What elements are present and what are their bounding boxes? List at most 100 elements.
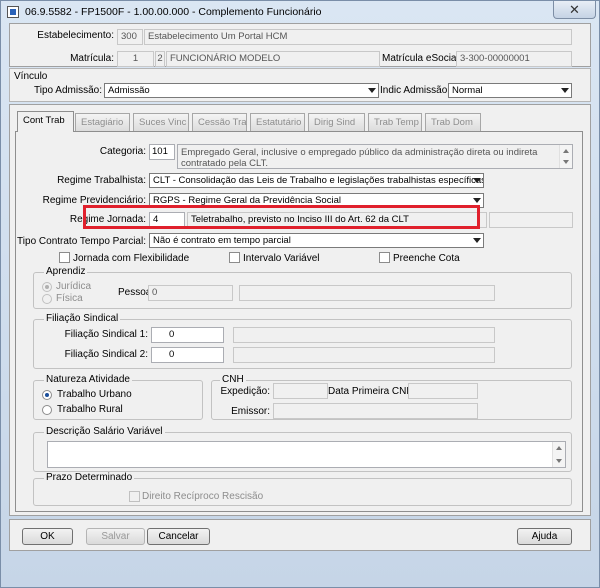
estabelecimento-name-field[interactable]: Estabelecimento Um Portal HCM <box>144 29 572 45</box>
tab-trab-temp[interactable]: Trab Temp <box>368 113 422 131</box>
sindical1-name-field <box>233 327 495 343</box>
scrollbar[interactable] <box>552 442 565 467</box>
categoria-desc: Empregado Geral, inclusive o empregado p… <box>181 147 538 169</box>
aprendiz-title: Aprendiz <box>44 266 88 277</box>
categoria-label: Categoria: <box>99 146 146 157</box>
sindical2-label: Filiação Sindical 2: <box>64 349 148 360</box>
fisica-label: Física <box>56 293 83 304</box>
close-button[interactable]: ✕ <box>553 1 596 19</box>
emissor-label: Emissor: <box>231 406 270 417</box>
tipo-contrato-value: Não é contrato em tempo parcial <box>153 235 291 246</box>
preenche-cota-checkbox[interactable] <box>379 252 390 263</box>
chevron-down-icon <box>561 88 569 93</box>
indic-admissao-label: Indic Admissão: <box>380 85 451 96</box>
trabalho-urbano-label: Trabalho Urbano <box>57 389 132 400</box>
estabelecimento-label: Estabelecimento: <box>37 30 114 41</box>
data-primeira-cnh-label: Data Primeira CNH: <box>328 386 417 397</box>
tab-dirig-sind[interactable]: Dirig Sind <box>308 113 365 131</box>
pessoa-name-field <box>239 285 495 301</box>
trabalho-rural-radio[interactable] <box>42 405 52 415</box>
tipo-contrato-label: Tipo Contrato Tempo Parcial: <box>17 236 146 247</box>
tipo-admissao-label: Tipo Admissão: <box>34 85 102 96</box>
tipo-admissao-select[interactable]: Admissão <box>104 83 379 98</box>
scrollbar[interactable] <box>559 145 572 168</box>
scroll-down-icon[interactable] <box>563 160 569 164</box>
tab-cont-trab[interactable]: Cont Trab <box>17 111 74 132</box>
juridica-radio[interactable] <box>42 282 52 292</box>
header-panel: Estabelecimento: 300 Estabelecimento Um … <box>9 23 591 67</box>
window: 06.9.5582 - FP1500F - 1.00.00.000 - Comp… <box>0 0 600 588</box>
emissor-field[interactable] <box>273 403 478 419</box>
tipo-admissao-value: Admissão <box>108 85 150 96</box>
title-bar: 06.9.5582 - FP1500F - 1.00.00.000 - Comp… <box>1 1 599 23</box>
indic-admissao-select[interactable]: Normal <box>448 83 572 98</box>
cnh-group: CNH Expedição: Data Primeira CNH: Emisso… <box>211 374 572 420</box>
vinculo-panel: Vínculo Tipo Admissão: Admissão Indic Ad… <box>9 68 591 102</box>
expedicao-label: Expedição: <box>220 386 270 397</box>
juridica-label: Jurídica <box>56 281 92 292</box>
regime-trabalhista-value: CLT - Consolidação das Leis de Trabalho … <box>153 175 484 186</box>
aprendiz-group: Aprendiz Jurídica Física Pessoa: 0 <box>33 266 572 309</box>
cancelar-button[interactable]: Cancelar <box>147 528 210 545</box>
preenche-cota-label: Preenche Cota <box>393 253 460 264</box>
cnh-title: CNH <box>220 374 246 385</box>
jornada-flex-label: Jornada com Flexibilidade <box>73 253 190 264</box>
cont-trab-panel: Categoria: 101 Empregado Geral, inclusiv… <box>15 131 583 512</box>
matricula-esocial-label: Matrícula eSocial: <box>382 53 462 64</box>
categoria-code-field[interactable]: 101 <box>149 144 175 160</box>
pessoa-field[interactable]: 0 <box>148 285 233 301</box>
sindical1-label: Filiação Sindical 1: <box>64 329 148 340</box>
trabalho-urbano-radio[interactable] <box>42 390 52 400</box>
indic-admissao-value: Normal <box>452 85 483 96</box>
vinculo-title: Vínculo <box>14 71 48 82</box>
regime-trabalhista-select[interactable]: CLT - Consolidação das Leis de Trabalho … <box>149 173 484 188</box>
highlight-box <box>83 205 480 229</box>
categoria-desc-area[interactable]: Empregado Geral, inclusive o empregado p… <box>177 144 573 169</box>
button-bar: OK Salvar Cancelar Ajuda <box>9 519 591 551</box>
regime-trabalhista-label: Regime Trabalhista: <box>57 175 146 186</box>
tab-trab-dom[interactable]: Trab Dom <box>425 113 481 131</box>
direito-reciproco-label: Direito Recíproco Rescisão <box>142 491 264 502</box>
data-primeira-cnh-field[interactable] <box>408 383 478 399</box>
matricula-name-field[interactable]: FUNCIONÁRIO MODELO <box>166 51 380 67</box>
tab-suces-vinc[interactable]: Suces Vinc <box>133 113 189 131</box>
filiacao-title: Filiação Sindical <box>44 313 121 324</box>
app-icon <box>7 6 19 18</box>
sindical1-field[interactable]: 0 <box>151 327 224 343</box>
tab-estagiario[interactable]: Estagiário <box>75 113 130 131</box>
tipo-contrato-select[interactable]: Não é contrato em tempo parcial <box>149 233 484 248</box>
matricula-esocial-field[interactable]: 3-300-00000001 <box>456 51 572 67</box>
descricao-salario-title: Descrição Salário Variável <box>44 426 165 437</box>
window-title: 06.9.5582 - FP1500F - 1.00.00.000 - Comp… <box>25 6 322 18</box>
chevron-down-icon <box>473 238 481 243</box>
ok-button[interactable]: OK <box>22 528 73 545</box>
matricula-num1-field[interactable]: 1 <box>117 51 154 67</box>
scroll-up-icon[interactable] <box>563 149 569 153</box>
trabalho-rural-label: Trabalho Rural <box>57 404 123 415</box>
fisica-radio[interactable] <box>42 294 52 304</box>
matricula-label: Matrícula: <box>70 53 114 64</box>
scroll-down-icon[interactable] <box>556 459 562 463</box>
ajuda-button[interactable]: Ajuda <box>517 528 572 545</box>
chevron-down-icon <box>473 198 481 203</box>
chevron-down-icon <box>473 178 481 183</box>
tab-estatutario[interactable]: Estatutário <box>250 113 305 131</box>
prazo-group: Prazo Determinado Direito Recíproco Resc… <box>33 472 572 506</box>
sindical2-field[interactable]: 0 <box>151 347 224 363</box>
estabelecimento-code-field[interactable]: 300 <box>117 29 143 45</box>
expedicao-field[interactable] <box>273 383 328 399</box>
direito-reciproco-checkbox[interactable] <box>129 491 140 502</box>
scroll-up-icon[interactable] <box>556 446 562 450</box>
matricula-num2-field[interactable]: 2 <box>155 51 165 67</box>
filiacao-group: Filiação Sindical Filiação Sindical 1: 0… <box>33 313 572 369</box>
intervalo-variavel-label: Intervalo Variável <box>243 253 320 264</box>
jornada-flex-checkbox[interactable] <box>59 252 70 263</box>
descricao-salario-group: Descrição Salário Variável <box>33 426 572 472</box>
sindical2-name-field <box>233 347 495 363</box>
salvar-button[interactable]: Salvar <box>86 528 145 545</box>
natureza-group: Natureza Atividade Trabalho Urbano Traba… <box>33 374 203 420</box>
prazo-title: Prazo Determinado <box>44 472 135 483</box>
descricao-salario-textarea[interactable] <box>47 441 566 468</box>
tab-cessao-tra[interactable]: Cessão Tra <box>192 113 247 131</box>
intervalo-variavel-checkbox[interactable] <box>229 252 240 263</box>
